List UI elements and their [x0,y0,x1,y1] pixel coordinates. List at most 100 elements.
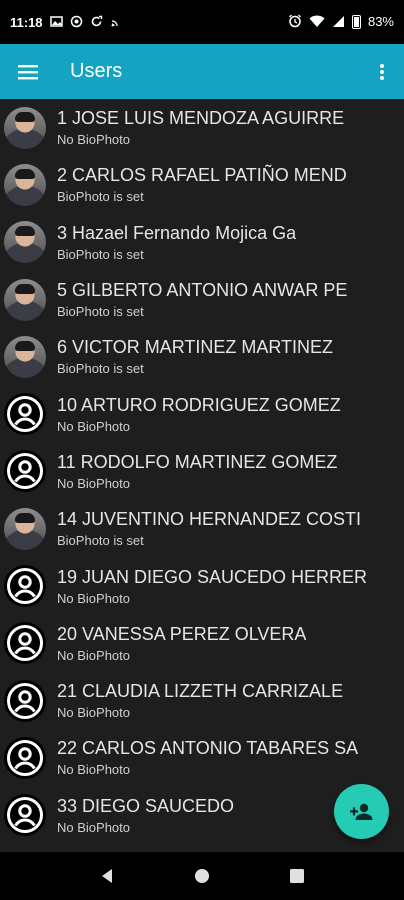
user-name: 1 JOSE LUIS MENDOZA AGUIRRE [57,108,345,129]
battery-icon [351,15,361,29]
list-item[interactable]: 10 ARTURO RODRIGUEZ GOMEZ No BioPhoto [0,385,404,442]
biophoto-status: No BioPhoto [57,647,130,663]
more-vert-icon [380,63,384,80]
biophoto-status: No BioPhoto [57,475,130,491]
avatar [4,221,46,264]
avatar-placeholder [4,450,46,493]
add-user-button[interactable] [334,784,389,839]
list-item[interactable]: 6 VICTOR MARTINEZ MARTINEZ BioPhoto is se… [0,328,404,385]
default-user-icon [5,394,45,435]
list-item-text: 21 CLAUDIA LIZZETH CARRIZALE No BioPhoto [57,680,343,721]
sync-icon [90,15,103,30]
list-item-text: 11 RODOLFO MARTINEZ GOMEZ No BioPhoto [57,451,337,492]
avatar-photo [15,340,35,351]
recents-button[interactable] [277,856,317,896]
list-item[interactable]: 3 Hazael Fernando Mojica Ga BioPhoto is s… [0,214,404,271]
avatar [4,335,46,378]
list-item-text: 33 DIEGO SAUCEDO No BioPhoto [57,795,234,836]
user-name: 5 GILBERTO ANTONIO ANWAR PE [57,280,348,301]
app-bar: Users [0,44,404,99]
user-name: 21 CLAUDIA LIZZETH CARRIZALE [57,681,344,702]
recents-icon [289,869,304,883]
avatar-photo [15,512,35,523]
user-name: 19 JUAN DIEGO SAUCEDO HERRER [57,566,368,587]
list-item[interactable]: 22 CARLOS ANTONIO TABARES SA No BioPhoto [0,729,404,786]
avatar-photo [15,226,35,237]
alarm-icon [288,14,302,30]
wifi-icon [309,15,325,30]
list-item[interactable]: 11 RODOLFO MARTINEZ GOMEZ No BioPhoto [0,443,404,500]
user-name: 20 VANESSA PEREZ OLVERA [57,623,307,644]
default-user-icon [5,451,45,492]
list-item[interactable]: 2 CARLOS RAFAEL PATIÑO MEND BioPhoto is s… [0,156,404,213]
app-icon [70,15,83,30]
cast-icon [110,15,122,29]
list-item-text: 6 VICTOR MARTINEZ MARTINEZ BioPhoto is se… [57,336,333,377]
user-name: 33 DIEGO SAUCEDO [57,795,235,816]
avatar-placeholder [4,565,46,608]
status-bar-left: 11:18 [10,15,122,30]
default-user-icon [5,623,45,664]
avatar-photo [15,168,35,179]
list-item-text: 3 Hazael Fernando Mojica Ga BioPhoto is s… [57,222,296,263]
status-bar: 11:18 83% [0,0,404,44]
list-item-text: 19 JUAN DIEGO SAUCEDO HERRER No BioPhoto [57,566,367,607]
biophoto-status: No BioPhoto [57,819,130,835]
biophoto-status: BioPhoto is set [57,246,144,262]
avatar-placeholder [4,794,46,837]
biophoto-status: BioPhoto is set [57,189,144,205]
user-name: 3 Hazael Fernando Mojica Ga [57,222,297,243]
avatar-photo [15,111,35,122]
avatar [4,507,46,550]
list-item-text: 20 VANESSA PEREZ OLVERA No BioPhoto [57,623,306,664]
status-bar-right: 83% [288,14,394,30]
avatar [4,163,46,206]
list-item[interactable]: 21 CLAUDIA LIZZETH CARRIZALE No BioPhoto [0,672,404,729]
user-name: 10 ARTURO RODRIGUEZ GOMEZ [57,394,341,415]
list-item-text: 22 CARLOS ANTONIO TABARES SA No BioPhoto [57,737,358,778]
user-name: 22 CARLOS ANTONIO TABARES SA [57,738,359,759]
biophoto-status: BioPhoto is set [57,304,144,320]
default-user-icon [5,566,45,607]
battery-level: 83% [367,14,394,29]
signal-icon [332,15,345,30]
avatar-placeholder [4,622,46,665]
overflow-menu-button[interactable] [360,44,404,99]
list-item-text: 1 JOSE LUIS MENDOZA AGUIRRE No BioPhoto [57,107,344,148]
home-icon [194,869,209,883]
list-item[interactable]: 20 VANESSA PEREZ OLVERA No BioPhoto [0,615,404,672]
back-button[interactable] [87,856,127,896]
user-name: 2 CARLOS RAFAEL PATIÑO MEND [57,165,347,186]
back-icon [102,869,113,883]
biophoto-status: BioPhoto is set [57,533,144,549]
list-item-text: 10 ARTURO RODRIGUEZ GOMEZ No BioPhoto [57,394,341,435]
list-item-text: 2 CARLOS RAFAEL PATIÑO MEND BioPhoto is s… [57,164,347,205]
system-nav-bar [0,852,404,900]
avatar [4,278,46,321]
avatar-placeholder [4,736,46,779]
list-item[interactable]: 19 JUAN DIEGO SAUCEDO HERRER No BioPhoto [0,557,404,614]
add-user-icon [349,803,372,820]
list-item[interactable]: 14 JUVENTINO HERNANDEZ COSTI BioPhoto is … [0,500,404,557]
default-user-icon [5,795,45,836]
user-list[interactable]: 1 JOSE LUIS MENDOZA AGUIRRE No BioPhoto 2 … [0,99,404,852]
default-user-icon [5,680,45,721]
status-time: 11:18 [10,14,43,30]
avatar-placeholder [4,393,46,436]
list-item-text: 14 JUVENTINO HERNANDEZ COSTI BioPhoto is … [57,508,361,549]
gallery-icon [49,15,63,30]
biophoto-status: BioPhoto is set [57,361,144,377]
list-item[interactable]: 1 JOSE LUIS MENDOZA AGUIRRE No BioPhoto [0,99,404,156]
home-button[interactable] [182,856,222,896]
avatar [4,106,46,149]
biophoto-status: No BioPhoto [57,132,130,148]
biophoto-status: No BioPhoto [57,762,130,778]
user-name: 11 RODOLFO MARTINEZ GOMEZ [57,451,338,472]
biophoto-status: No BioPhoto [57,705,130,721]
list-item[interactable]: 5 GILBERTO ANTONIO ANWAR PE BioPhoto is s… [0,271,404,328]
list-item-text: 5 GILBERTO ANTONIO ANWAR PE BioPhoto is s… [57,279,347,320]
hamburger-menu-button[interactable] [0,44,56,99]
default-user-icon [5,737,45,778]
hamburger-menu-icon [18,64,38,79]
biophoto-status: No BioPhoto [57,418,130,434]
